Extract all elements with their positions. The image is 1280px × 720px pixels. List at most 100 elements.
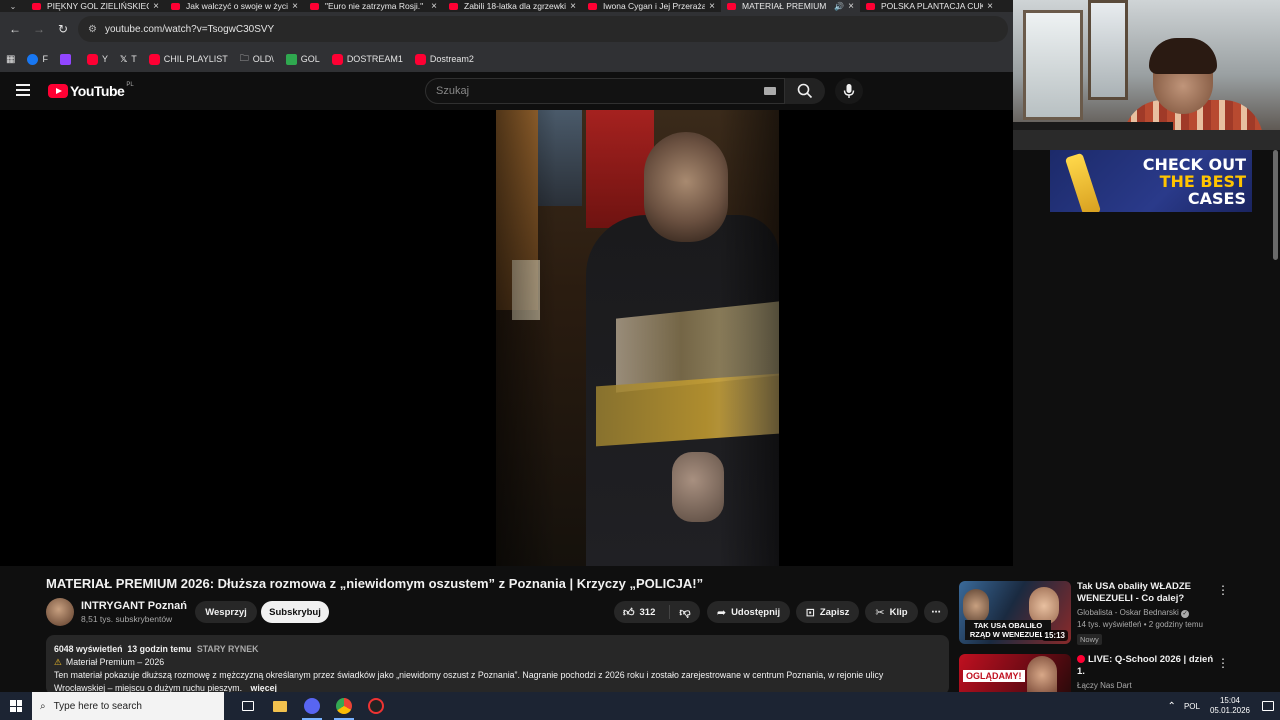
recommendation-item[interactable]: TAK USA OBALIŁO RZĄD W WENEZUELI 15:13 T… xyxy=(959,581,1269,647)
apps-grid-icon[interactable]: ▦ xyxy=(6,54,15,65)
close-tab-icon[interactable]: × xyxy=(848,1,854,12)
channel-avatar[interactable] xyxy=(46,598,74,626)
video-title: MATERIAŁ PREMIUM 2026: Dłuższa rozmowa z… xyxy=(46,576,704,591)
browser-tab[interactable]: Zabili 18-latka dla zgrzewki × xyxy=(443,0,582,12)
like-button[interactable]: 👍︎ 312 xyxy=(614,605,670,619)
youtube-favicon-icon xyxy=(310,2,319,10)
windows-logo-icon xyxy=(10,700,22,712)
notification-icon[interactable] xyxy=(1262,701,1274,711)
forward-arrow-icon[interactable]: → xyxy=(27,22,51,36)
bookmark-save-icon: ⊡ xyxy=(805,606,815,619)
screen: ⌄ PIĘKNY GOL ZIELIŃSKIEGO × Jak walczyć o… xyxy=(0,0,1280,720)
recommendation-item[interactable]: OGLĄDAMY! LIVE: Q-School 2026 | dzień 1.… xyxy=(959,654,1269,694)
chevron-up-icon[interactable]: ⌃ xyxy=(1168,701,1176,712)
search-icon xyxy=(797,83,813,99)
recommendation-title[interactable]: LIVE: Q-School 2026 | dzień 1. xyxy=(1077,654,1217,678)
close-tab-icon[interactable]: × xyxy=(987,1,993,12)
thumbs-down-icon: 👎︎ xyxy=(679,606,691,619)
clock[interactable]: 15:04 05.01.2026 xyxy=(1210,696,1250,716)
discord-icon[interactable] xyxy=(296,692,328,720)
youtube-play-logo-icon xyxy=(48,84,68,98)
address-bar[interactable]: ⚙ youtube.com/watch?v=TsogwC30SVY xyxy=(78,16,1008,42)
microphone-icon xyxy=(843,84,855,98)
share-icon: ➦ xyxy=(716,606,727,619)
save-button[interactable]: ⊡ Zapisz xyxy=(796,601,859,623)
reload-icon[interactable]: ↻ xyxy=(51,22,75,36)
search-input[interactable]: Szukaj xyxy=(425,78,785,104)
speaker-icon[interactable]: 🔊 xyxy=(834,2,844,11)
more-vertical-icon[interactable]: ⋮ xyxy=(1217,583,1229,597)
channel-name[interactable]: INTRYGANT Poznań xyxy=(81,600,187,612)
bookmark-youtube[interactable]: Y xyxy=(86,53,108,65)
back-arrow-icon[interactable]: ← xyxy=(3,22,27,36)
close-tab-icon[interactable]: × xyxy=(431,1,437,12)
warning-icon: ⚠ xyxy=(54,657,62,667)
youtube-icon xyxy=(414,53,426,65)
page-scrollbar[interactable] xyxy=(1271,150,1280,695)
search-button[interactable] xyxy=(785,78,825,104)
menu-icon[interactable] xyxy=(16,84,30,96)
recommendation-title[interactable]: Tak USA obaliły WŁADZE WENEZUELI - Co da… xyxy=(1077,581,1217,605)
video-player[interactable] xyxy=(0,110,1013,566)
close-tab-icon[interactable]: × xyxy=(709,1,715,12)
bookmark-twitch[interactable] xyxy=(59,53,75,65)
close-tab-icon[interactable]: × xyxy=(570,1,576,12)
bookmark-x[interactable]: 𝕏T xyxy=(120,54,137,65)
dislike-button[interactable]: 👎︎ xyxy=(670,606,700,619)
scrollbar-thumb[interactable] xyxy=(1273,150,1278,260)
bookmark-dostream1[interactable]: DOSTREAM1 xyxy=(331,53,403,65)
taskbar-search-input[interactable]: ⌕ Type here to search xyxy=(32,692,224,720)
scissors-icon: ✂ xyxy=(875,606,885,619)
clip-button[interactable]: ✂ Klip xyxy=(865,601,918,623)
description-box[interactable]: 6048 wyświetleń 13 godzin temu STARY RYN… xyxy=(46,635,949,695)
case-ad-banner: CHECK OUT THE BEST CASES xyxy=(1050,150,1252,212)
browser-tab-active[interactable]: MATERIAŁ PREMIUM 🔊 × xyxy=(721,0,860,12)
webcam-overlay xyxy=(1013,0,1280,150)
file-explorer-icon[interactable] xyxy=(264,692,296,720)
thumbs-up-icon: 👍︎ xyxy=(623,606,635,619)
bookmark-dostream2[interactable]: Dostream2 xyxy=(414,53,474,65)
share-button[interactable]: ➦ Udostępnij xyxy=(707,601,790,623)
facebook-icon xyxy=(27,53,39,65)
youtube-icon xyxy=(86,53,98,65)
video-thumbnail[interactable]: TAK USA OBALIŁO RZĄD W WENEZUELI 15:13 xyxy=(959,581,1071,644)
browser-tab[interactable]: PIĘKNY GOL ZIELIŃSKIEGO × xyxy=(26,0,165,12)
language-indicator[interactable]: POL xyxy=(1184,702,1200,711)
windows-taskbar: ⌕ Type here to search ⌃ POL 15:04 05.01.… xyxy=(0,692,1280,720)
url-text: youtube.com/watch?v=TsogwC30SVY xyxy=(104,23,275,35)
recommendation-channel: Łączy Nas Dart xyxy=(1077,681,1132,690)
new-badge: Nowy xyxy=(1077,634,1102,645)
video-frame xyxy=(496,110,779,566)
close-tab-icon[interactable]: × xyxy=(153,1,159,12)
subscribe-button[interactable]: Subskrybuj xyxy=(261,601,329,623)
browser-tab[interactable]: Iwona Cygan i Jej Przerażające× xyxy=(582,0,721,12)
close-tab-icon[interactable]: × xyxy=(292,1,298,12)
start-button[interactable] xyxy=(0,692,32,720)
more-vertical-icon[interactable]: ⋮ xyxy=(1217,656,1229,670)
tab-search-chevron-icon[interactable]: ⌄ xyxy=(0,0,26,12)
voice-search-button[interactable] xyxy=(835,78,863,104)
knife-icon xyxy=(1064,152,1102,212)
location-tag[interactable]: STARY RYNEK xyxy=(197,644,259,654)
obs-icon[interactable] xyxy=(360,692,392,720)
search-icon: ⌕ xyxy=(40,700,46,712)
keyboard-icon[interactable] xyxy=(764,87,776,95)
site-info-icon[interactable]: ⚙ xyxy=(88,24,97,35)
chrome-icon[interactable] xyxy=(328,692,360,720)
bookmark-gol[interactable]: GOL xyxy=(285,53,320,65)
browser-tab[interactable]: POLSKA PLANTACJA CUKRU× xyxy=(860,0,999,12)
youtube-logo[interactable]: YouTube PL xyxy=(48,82,134,99)
bookmark-facebook[interactable]: F xyxy=(27,53,48,65)
youtube-icon xyxy=(148,53,160,65)
gol-icon xyxy=(285,53,297,65)
support-button[interactable]: Wesprzyj xyxy=(195,601,257,623)
bookmark-folder-old[interactable]: 🗀 OLD\ xyxy=(240,51,274,67)
bookmark-chil-playlist[interactable]: CHIL PLAYLIST xyxy=(148,53,228,65)
browser-tab[interactable]: "Euro nie zatrzyma Rosji." × xyxy=(304,0,443,12)
browser-tab[interactable]: Jak walczyć o swoje w życiu × xyxy=(165,0,304,12)
video-thumbnail[interactable]: OGLĄDAMY! xyxy=(959,654,1071,694)
folder-icon: 🗀 xyxy=(239,53,249,63)
youtube-icon xyxy=(331,53,343,65)
more-actions-button[interactable]: ⋯ xyxy=(924,601,948,623)
task-view-icon[interactable] xyxy=(232,692,264,720)
